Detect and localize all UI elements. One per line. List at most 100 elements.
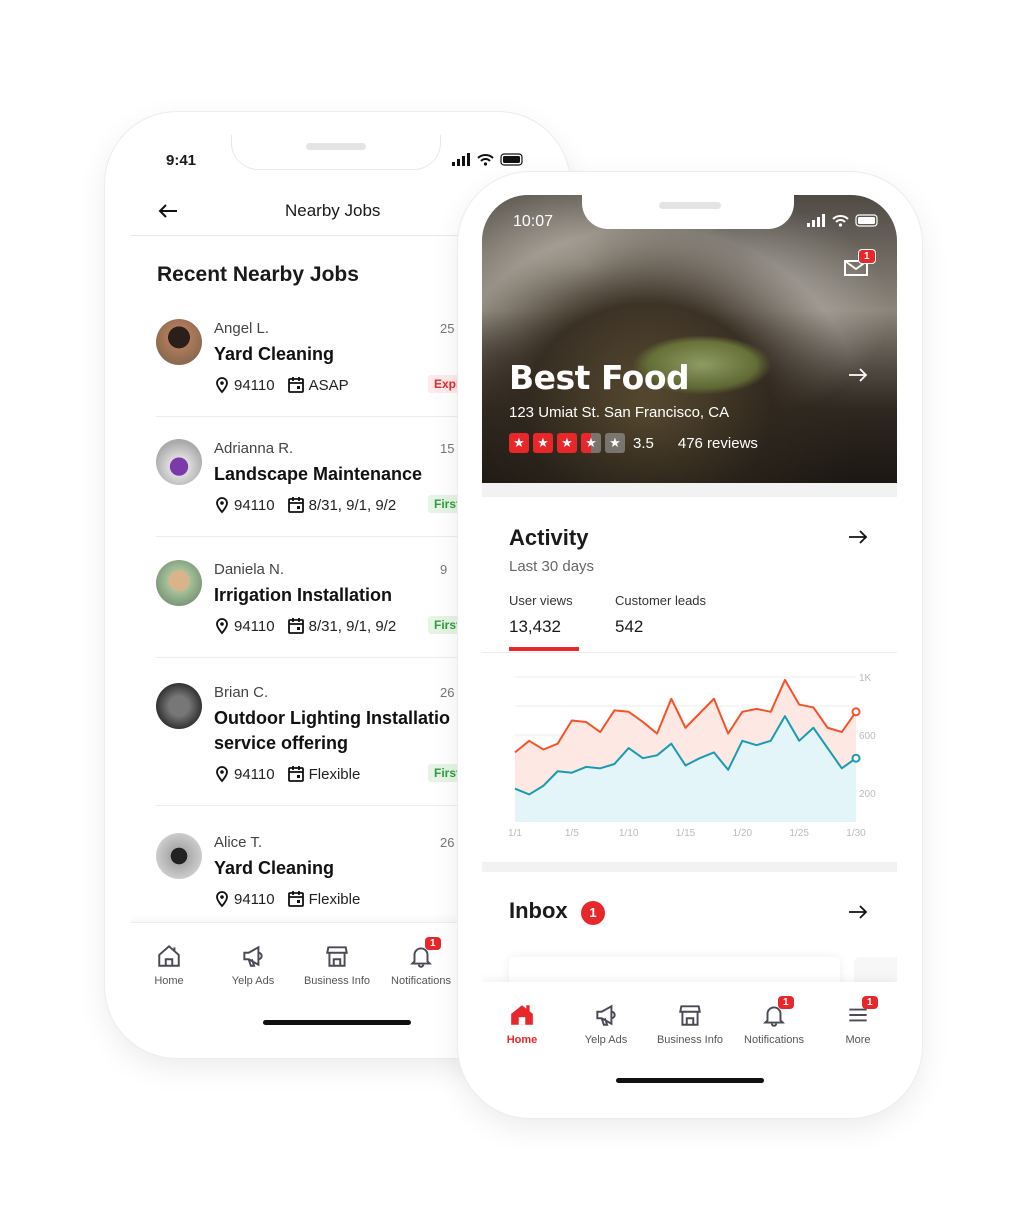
nav-item-business-info[interactable]: Business Info <box>297 943 377 987</box>
inbox-title: Inbox <box>509 898 568 923</box>
job-meta: 94110 Flexible <box>214 765 360 783</box>
home-indicator <box>263 1020 411 1025</box>
storefront-icon <box>326 946 348 967</box>
x-tick-label: 1/1 <box>508 828 522 839</box>
right-phone: 10:07 1 Best Food 123 Umiat St. San Fran… <box>458 172 922 1118</box>
nav-badge: 1 <box>862 996 878 1009</box>
review-count[interactable]: 476 reviews <box>678 435 758 452</box>
home-icon <box>158 944 180 967</box>
speaker <box>306 143 366 150</box>
job-meta: 94110 8/31, 9/1, 9/2 <box>214 617 396 635</box>
nav-item-business-info[interactable]: Business Info <box>650 1002 730 1046</box>
job-date: Flexible <box>308 890 361 908</box>
job-title: Landscape Maintenance <box>214 464 423 484</box>
activity-chart: 1K 600 200 1/1 1/5 1/10 1/15 1/20 1/25 1/30 <box>508 673 876 839</box>
home-indicator <box>616 1078 764 1083</box>
inbox-badge: 1 <box>581 901 605 925</box>
nav-badge: 1 <box>425 937 441 950</box>
series-end-point <box>851 707 861 717</box>
notch <box>582 195 794 229</box>
activity-arrow-button[interactable] <box>848 529 868 550</box>
job-date: Flexible <box>308 765 361 783</box>
nav-label: Yelp Ads <box>584 1034 628 1046</box>
job-zip: 94110 <box>234 617 275 635</box>
x-tick-label: 1/15 <box>676 828 696 839</box>
avatar <box>156 560 202 606</box>
nav-badge: 1 <box>778 996 794 1009</box>
job-customer-name: Angel L. <box>214 320 270 337</box>
job-customer-name: Adrianna R. <box>214 440 294 457</box>
avatar <box>156 319 202 365</box>
job-meta: 94110 Flexible <box>214 890 360 908</box>
selected-underline <box>509 647 579 651</box>
job-customer-name: Brian C. <box>214 684 269 701</box>
metric-tab-customer-leads[interactable]: Customer leads 542 <box>615 593 706 637</box>
x-tick-label: 1/30 <box>846 828 866 839</box>
location-pin-icon <box>216 377 228 394</box>
star-icon: ★ <box>557 433 577 453</box>
inbox-mail-button[interactable]: 1 <box>844 249 876 282</box>
nav-label: Home <box>506 1034 538 1046</box>
location-pin-icon <box>216 766 228 783</box>
star-icon: ★ <box>605 433 625 453</box>
job-title: Irrigation Installation <box>214 585 393 605</box>
nav-label: Yelp Ads <box>231 975 275 987</box>
location-pin-icon <box>216 891 228 908</box>
job-zip: 94110 <box>234 376 275 394</box>
job-meta: 94110 8/31, 9/1, 9/2 <box>214 496 396 514</box>
business-name: Best Food <box>509 358 690 397</box>
nav-label: More <box>845 1034 871 1046</box>
job-meta: 94110 ASAP <box>214 376 349 394</box>
job-time: 15 <box>440 441 455 456</box>
job-title: Yard Cleaning <box>214 858 335 878</box>
series-end-point <box>851 753 861 763</box>
job-zip: 94110 <box>234 765 275 783</box>
location-pin-icon <box>216 618 228 635</box>
mail-badge: 1 <box>858 249 876 264</box>
arrow-right-icon <box>849 905 868 919</box>
business-home-screen: 10:07 1 Best Food 123 Umiat St. San Fran… <box>482 195 897 1095</box>
back-button[interactable] <box>158 199 178 225</box>
job-date: 8/31, 9/1, 9/2 <box>308 496 397 514</box>
notch <box>232 135 440 169</box>
y-tick-label: 200 <box>859 789 876 800</box>
nav-item-notifications[interactable]: Notifications 1 <box>381 937 461 987</box>
business-arrow-button[interactable] <box>848 367 868 388</box>
rating-value: 3.5 <box>633 434 654 452</box>
job-date: ASAP <box>308 376 349 394</box>
job-customer-name: Alice T. <box>214 834 263 851</box>
nav-item-home[interactable]: Home <box>482 1002 562 1046</box>
activity-title: Activity <box>509 525 589 550</box>
rating-row: ★ ★ ★ ★ ★ 3.5 476 reviews <box>509 433 758 453</box>
back-arrow-icon <box>158 204 177 218</box>
star-icon: ★ <box>581 433 601 453</box>
star-rating: ★ ★ ★ ★ ★ <box>509 433 629 453</box>
metric-value: 542 <box>615 617 644 636</box>
nav-item-home[interactable]: Home <box>130 943 209 987</box>
calendar-icon <box>287 766 304 782</box>
header-title: Nearby Jobs <box>285 201 381 220</box>
job-title: Outdoor Lighting Installatio <box>214 708 450 728</box>
metric-tab-user-views[interactable]: User views 13,432 <box>509 593 589 652</box>
nav-label: Home <box>154 975 184 987</box>
metric-value: 13,432 <box>509 617 561 636</box>
metric-label: Customer leads <box>615 593 707 608</box>
job-date: 8/31, 9/1, 9/2 <box>308 617 397 635</box>
nav-item-more[interactable]: More 1 <box>818 996 897 1046</box>
nav-item-yelp-ads[interactable]: Yelp Ads <box>566 1002 646 1046</box>
arrow-right-icon <box>849 368 868 382</box>
calendar-icon <box>287 497 304 513</box>
nav-item-notifications[interactable]: Notifications 1 <box>734 996 814 1046</box>
avatar <box>156 683 202 729</box>
avatar <box>156 833 202 879</box>
avatar <box>156 439 202 485</box>
calendar-icon <box>287 891 304 907</box>
job-time: 9 <box>440 562 448 577</box>
job-title-line2: service offering <box>214 733 349 753</box>
job-zip: 94110 <box>234 496 275 514</box>
business-address: 123 Umiat St. San Francisco, CA <box>509 404 730 421</box>
inbox-arrow-button[interactable] <box>848 904 868 925</box>
x-tick-label: 1/5 <box>565 828 579 839</box>
job-time: 25 <box>440 321 455 336</box>
nav-item-yelp-ads[interactable]: Yelp Ads <box>213 943 293 987</box>
